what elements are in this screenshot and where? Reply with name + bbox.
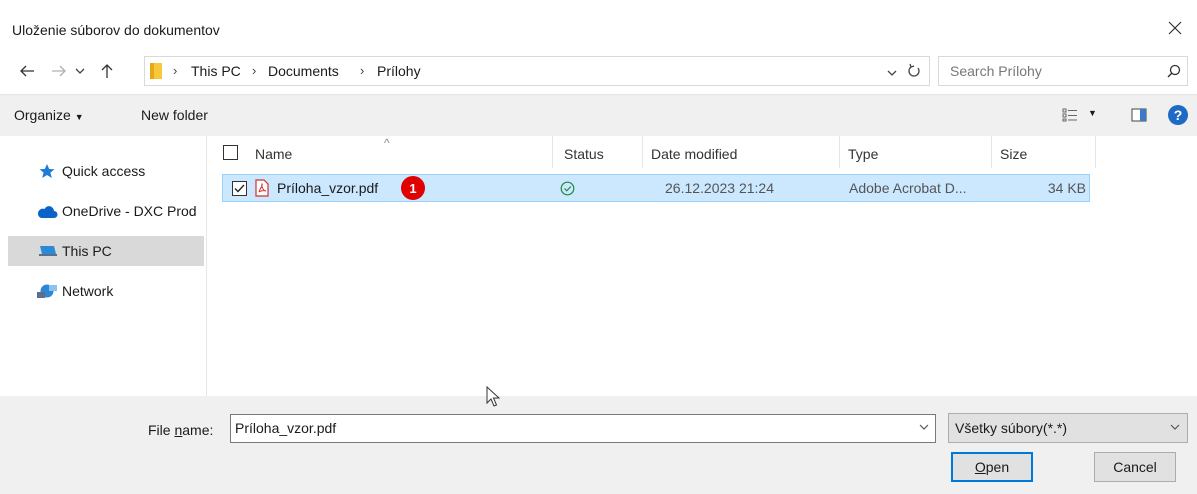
svg-text:?: ? (1174, 107, 1183, 123)
forward-button[interactable] (48, 59, 70, 83)
file-name-value: Príloha_vzor.pdf (235, 420, 337, 436)
column-header-date-modified[interactable]: Date modified (651, 140, 737, 168)
arrow-up-icon (101, 64, 113, 78)
preview-pane-button[interactable] (1131, 108, 1147, 125)
search-input[interactable]: Search Prílohy (938, 56, 1188, 86)
up-button[interactable] (96, 59, 118, 83)
chevron-down-icon (75, 68, 85, 74)
back-button[interactable] (16, 59, 38, 83)
file-type: Adobe Acrobat D... (849, 180, 967, 196)
sidebar-item-network[interactable]: Network (8, 276, 204, 306)
arrow-left-icon (20, 65, 34, 77)
sidebar-item-label: Network (62, 283, 114, 299)
view-options-button[interactable] (1062, 108, 1078, 125)
computer-icon (39, 246, 57, 256)
view-dropdown[interactable]: ▼ (1088, 108, 1097, 118)
recent-locations-button[interactable] (72, 59, 88, 83)
file-name: Príloha_vzor.pdf (277, 180, 379, 196)
file-date-modified: 26.12.2023 21:24 (665, 180, 774, 196)
open-accelerator: O (974, 459, 986, 475)
arrow-right-icon (52, 65, 66, 77)
refresh-icon (908, 63, 920, 77)
breadcrumb-documents[interactable]: Documents (268, 63, 339, 79)
help-icon: ? (1168, 105, 1188, 125)
file-size: 34 KB (1047, 180, 1086, 196)
chevron-down-icon (919, 424, 929, 430)
column-header-status[interactable]: Status (564, 140, 604, 168)
column-divider[interactable] (552, 136, 553, 168)
breadcrumb-separator: › (252, 63, 257, 78)
sidebar-item-label: Quick access (62, 163, 146, 179)
chevron-down-icon (887, 70, 897, 76)
preview-pane-icon (1131, 108, 1147, 122)
folder-icon (150, 63, 162, 79)
sidebar-item-label: OneDrive - DXC Prod (62, 203, 197, 219)
column-divider[interactable] (991, 136, 992, 168)
file-type-filter-value: Všetky súbory(*.*) (955, 420, 1068, 436)
dialog-title: Uloženie súborov do dokumentov (12, 22, 220, 38)
address-dropdown[interactable] (887, 64, 897, 80)
close-icon (1168, 21, 1182, 35)
sort-ascending-icon: ^ (384, 136, 390, 150)
new-folder-button[interactable]: New folder (141, 107, 208, 123)
close-button[interactable] (1163, 16, 1187, 40)
pdf-file-icon (255, 179, 269, 197)
command-bar: Organize ▼ New folder ▼ ? (0, 94, 1197, 136)
open-button[interactable]: Open (951, 452, 1033, 482)
column-header-type[interactable]: Type (848, 140, 878, 168)
column-divider[interactable] (1095, 136, 1096, 168)
file-name-label-suffix: ame: (182, 422, 214, 438)
search-placeholder: Search Prílohy (950, 63, 1042, 79)
navigation-bar: › This PC › Documents › Prílohy Search P… (0, 52, 1197, 90)
chevron-down-icon (1170, 424, 1180, 430)
star-icon (39, 164, 55, 178)
sidebar-item-this-pc[interactable]: This PC (8, 236, 204, 266)
open-label-rest: pen (985, 459, 1010, 475)
checkmark-icon (234, 184, 245, 193)
file-name-panel: File name: Príloha_vzor.pdf Všetky súbor… (0, 396, 1197, 494)
refresh-button[interactable] (907, 63, 921, 82)
file-name-label: File name: (148, 422, 213, 438)
sidebar-item-quick-access[interactable]: Quick access (8, 156, 204, 186)
sidebar-item-label: This PC (62, 243, 112, 259)
caret-down-icon: ▼ (74, 112, 84, 122)
column-divider[interactable] (839, 136, 840, 168)
organize-label: Organize (14, 107, 71, 123)
search-icon (1167, 64, 1181, 78)
column-header-name[interactable]: Name (255, 140, 292, 168)
file-name-label-prefix: File (148, 422, 175, 438)
breadcrumb-separator: › (360, 63, 365, 78)
select-all-checkbox[interactable] (223, 145, 238, 160)
cancel-button[interactable]: Cancel (1094, 452, 1176, 482)
help-button[interactable]: ? (1167, 104, 1189, 129)
filter-dropdown-arrow (1170, 420, 1180, 434)
sidebar-item-onedrive[interactable]: OneDrive - DXC Prod (8, 196, 204, 226)
synced-check-icon (560, 181, 575, 196)
column-header-size[interactable]: Size (1000, 140, 1027, 168)
breadcrumb-separator: › (173, 63, 178, 78)
mouse-cursor-icon (486, 386, 500, 407)
column-divider[interactable] (642, 136, 643, 168)
file-name-dropdown[interactable] (919, 420, 929, 434)
file-type-filter-select[interactable]: Všetky súbory(*.*) (948, 413, 1188, 443)
title-bar: Uloženie súborov do dokumentov (0, 0, 1197, 52)
file-row[interactable]: Príloha_vzor.pdf 1 26.12.2023 21:24 Adob… (222, 174, 1090, 202)
cloud-icon (37, 206, 58, 218)
address-bar[interactable]: › This PC › Documents › Prílohy (144, 56, 930, 86)
organize-button[interactable]: Organize ▼ (14, 107, 84, 123)
navigation-pane: Quick access OneDrive - DXC Prod This PC… (0, 136, 207, 396)
details-view-icon (1062, 108, 1077, 122)
file-list: ^ Name Status Date modified Type Size Pr… (208, 136, 1197, 396)
step-badge: 1 (401, 176, 425, 200)
file-name-input[interactable]: Príloha_vzor.pdf (230, 414, 936, 443)
breadcrumb-prilohy[interactable]: Prílohy (377, 63, 421, 79)
breadcrumb-this-pc[interactable]: This PC (191, 63, 241, 79)
file-row-checkbox[interactable] (232, 181, 247, 196)
network-icon (37, 284, 57, 298)
caret-down-icon: ▼ (1088, 108, 1097, 118)
